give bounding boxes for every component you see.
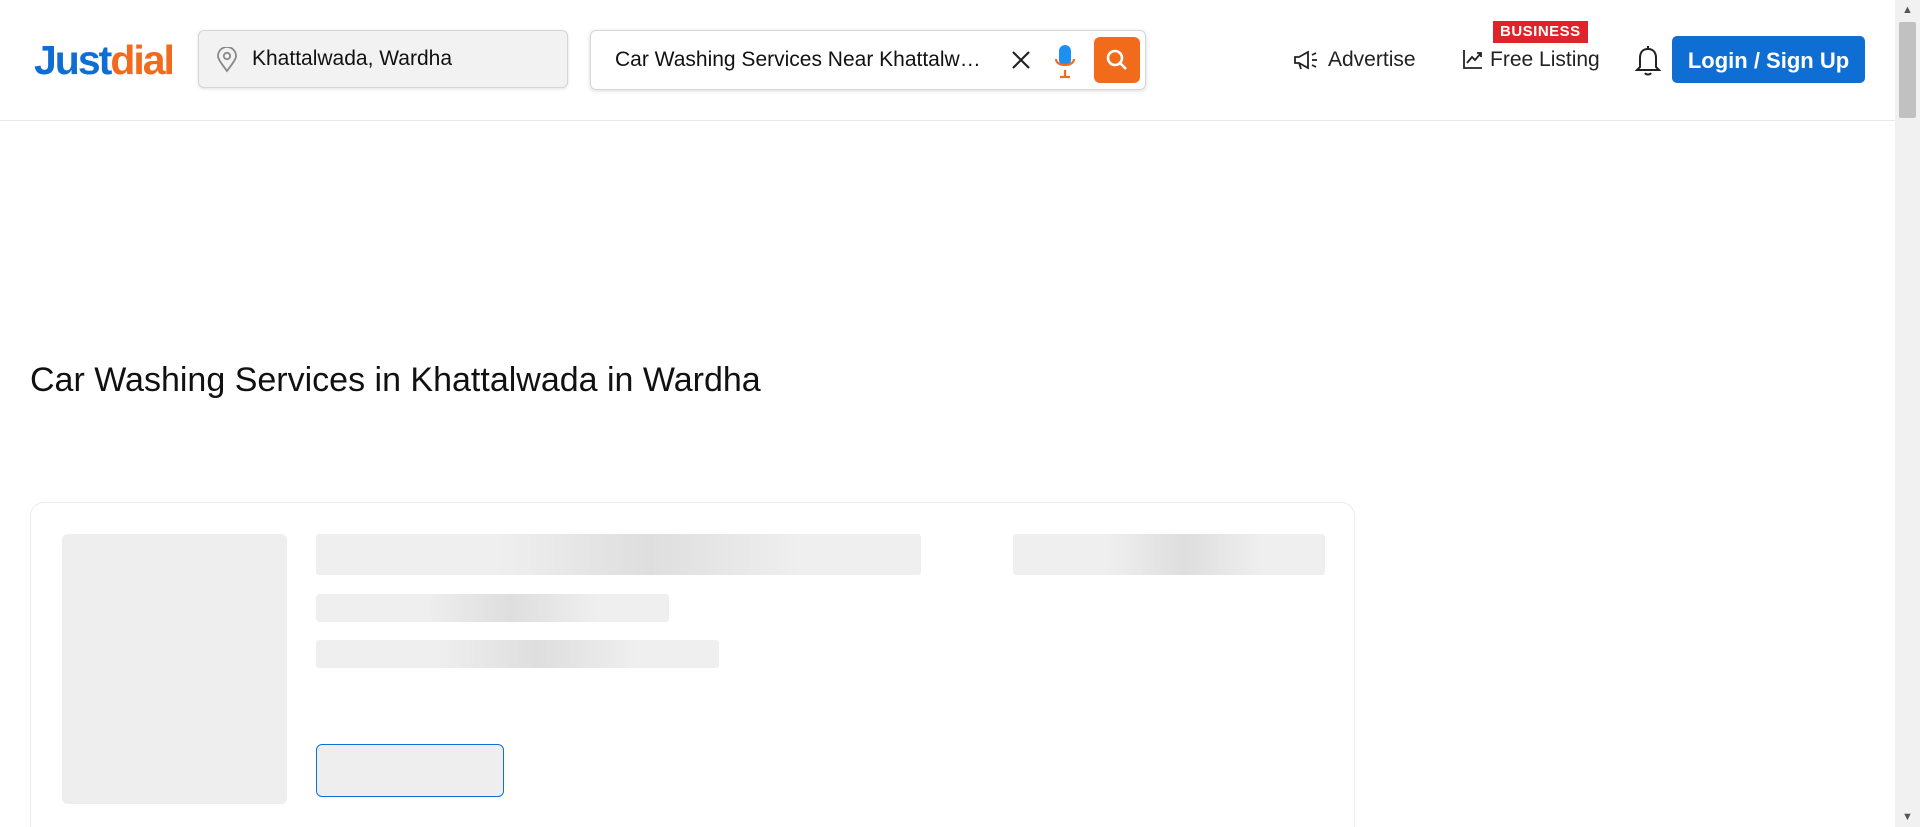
location-selector[interactable]: Khattalwada, Wardha [198, 30, 568, 88]
search-icon [1106, 49, 1127, 70]
search-button[interactable] [1094, 37, 1140, 83]
site-header: Justdial Khattalwada, Wardha Car Washing… [0, 0, 1895, 121]
skeleton-line [316, 594, 669, 622]
logo-text-just: Just [34, 37, 112, 83]
skeleton-thumbnail [62, 534, 287, 804]
scroll-up-arrow-icon[interactable]: ▲ [1895, 0, 1920, 20]
vertical-scrollbar[interactable]: ▲ ▼ [1895, 0, 1920, 827]
map-pin-icon [217, 47, 237, 73]
scrollbar-thumb[interactable] [1899, 22, 1916, 118]
bell-icon[interactable] [1634, 43, 1662, 77]
page: Justdial Khattalwada, Wardha Car Washing… [0, 0, 1895, 827]
justdial-logo[interactable]: Justdial [34, 36, 175, 84]
page-title: Car Washing Services in Khattalwada in W… [30, 361, 761, 399]
free-listing-label: Free Listing [1490, 48, 1600, 71]
skeleton-line [316, 640, 719, 668]
location-value: Khattalwada, Wardha [252, 47, 453, 70]
skeleton-line [316, 534, 921, 575]
advertise-link[interactable]: Advertise [1292, 38, 1432, 82]
skeleton-button[interactable] [316, 744, 504, 797]
login-signup-button[interactable]: Login / Sign Up [1672, 36, 1865, 83]
skeleton-line [1013, 534, 1325, 575]
search-input[interactable]: Car Washing Services Near Khattalwada [615, 31, 990, 89]
megaphone-icon [1294, 50, 1317, 70]
trending-up-icon [1463, 50, 1482, 69]
free-listing-link[interactable]: Free Listing [1462, 38, 1612, 82]
scroll-down-arrow-icon[interactable]: ▼ [1895, 807, 1920, 827]
result-card-skeleton [30, 502, 1355, 827]
advertise-label: Advertise [1328, 48, 1416, 71]
search-bar: Car Washing Services Near Khattalwada [590, 30, 1146, 90]
logo-text-dial: dial [110, 37, 175, 83]
close-icon[interactable] [1009, 48, 1033, 72]
microphone-icon[interactable] [1053, 43, 1077, 79]
